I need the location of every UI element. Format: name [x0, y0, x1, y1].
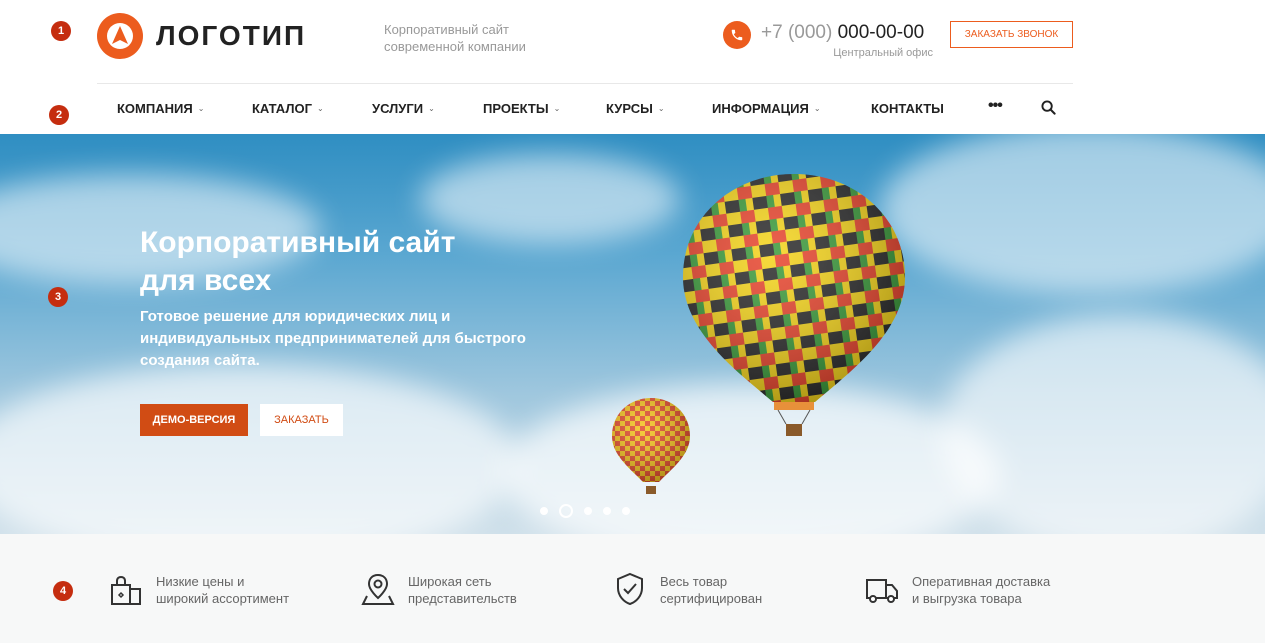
logo-icon: [97, 13, 143, 59]
slider-dot-4[interactable]: [603, 507, 611, 515]
nav-item-label: КУРСЫ: [606, 101, 653, 116]
phone-main: 000-00-00: [837, 22, 925, 43]
tagline-line-1: Корпоративный сайт: [384, 22, 509, 37]
section-marker-2: 2: [49, 105, 69, 125]
chevron-down-icon: ⌄: [197, 104, 205, 113]
nav-item-courses[interactable]: КУРСЫ ⌄: [606, 101, 665, 116]
hero-slider: 3 Корпоративный сайт для всех Готовое ре…: [0, 134, 1265, 534]
hero-text-line-3: создания сайта.: [140, 352, 260, 369]
hero-text-line-1: Готовое решение для юридических лиц и: [140, 308, 451, 325]
slider-dot-3[interactable]: [584, 507, 592, 515]
cloud-shape: [940, 314, 1265, 534]
delivery-truck-icon: [866, 579, 898, 603]
feature-line-1: Широкая сеть: [408, 574, 492, 589]
feature-item: Широкая сеть представительств: [361, 572, 568, 607]
page: 1 ЛОГОТИП Корпоративный сайт современной…: [0, 0, 1265, 643]
logo[interactable]: ЛОГОТИП: [97, 13, 306, 59]
feature-text: Оперативная доставка и выгрузка товара: [912, 572, 1072, 607]
chevron-down-icon: ⌄: [657, 104, 665, 113]
features-bar: 4 Низкие цены и широкий ассортимент Широ…: [0, 534, 1265, 643]
feature-line-1: Низкие цены и: [156, 574, 245, 589]
feature-line-2: и выгрузка товара: [912, 591, 1022, 606]
chevron-down-icon: ⌄: [428, 104, 435, 113]
search-icon[interactable]: [1041, 100, 1056, 120]
feature-item: Оперативная доставка и выгрузка товара: [865, 572, 1072, 607]
nav-item-label: КАТАЛОГ: [252, 101, 312, 116]
callback-button[interactable]: Заказать звонок: [950, 21, 1073, 48]
site-header: 1 ЛОГОТИП Корпоративный сайт современной…: [0, 0, 1265, 84]
chevron-down-icon: ⌄: [553, 104, 561, 113]
shield-check-icon: [617, 572, 643, 606]
more-icon[interactable]: •••: [988, 97, 1003, 115]
cloud-shape: [880, 134, 1265, 294]
slider-pagination: [540, 504, 641, 518]
map-pin-icon: [361, 573, 395, 605]
shopping-bags-icon: [111, 575, 141, 605]
hot-air-balloon-small: [612, 398, 690, 494]
phone-number[interactable]: +7 (000) 000-00-00: [761, 22, 924, 44]
hero-title-line-2: для всех: [140, 264, 272, 297]
feature-line-2: широкий ассортимент: [156, 591, 290, 606]
order-button[interactable]: ЗАКАЗАТЬ: [260, 404, 343, 436]
office-label: Центральный офис: [833, 47, 933, 59]
nav-item-contacts[interactable]: КОНТАКТЫ: [871, 101, 944, 116]
feature-line-1: Весь товар: [660, 574, 728, 589]
nav-item-label: УСЛУГИ: [372, 101, 424, 116]
nav-item-information[interactable]: ИНФОРМАЦИЯ ⌄: [712, 101, 821, 116]
phone-icon: [723, 21, 751, 49]
section-marker-3: 3: [48, 287, 68, 307]
nav-item-projects[interactable]: ПРОЕКТЫ ⌄: [483, 101, 560, 116]
feature-text: Низкие цены и широкий ассортимент: [156, 572, 316, 607]
slider-dot-5[interactable]: [622, 507, 630, 515]
slider-dot-1[interactable]: [540, 507, 548, 515]
cloud-shape: [0, 364, 520, 534]
feature-item: Низкие цены и широкий ассортимент: [109, 572, 316, 607]
site-tagline: Корпоративный сайт современной компании: [384, 21, 554, 55]
section-marker-4: 4: [53, 581, 73, 601]
nav-item-label: КОМПАНИЯ: [117, 101, 193, 116]
chevron-down-icon: ⌄: [316, 104, 324, 113]
feature-item: Весь товар сертифицирован: [613, 572, 820, 607]
nav-item-label: КОНТАКТЫ: [871, 101, 944, 116]
nav-item-catalog[interactable]: КАТАЛОГ ⌄: [252, 101, 324, 116]
feature-line-2: сертифицирован: [660, 591, 763, 606]
phone-prefix: +7 (000): [761, 22, 833, 43]
nav-item-label: ИНФОРМАЦИЯ: [712, 101, 809, 116]
section-marker-1: 1: [51, 21, 71, 41]
nav-item-services[interactable]: УСЛУГИ ⌄: [372, 101, 435, 116]
nav-item-company[interactable]: КОМПАНИЯ ⌄: [117, 101, 204, 116]
feature-text: Весь товар сертифицирован: [660, 572, 820, 607]
slider-dot-2-active[interactable]: [559, 504, 573, 518]
main-nav: 2 КОМПАНИЯ ⌄ КАТАЛОГ ⌄ УСЛУГИ ⌄ ПРОЕКТЫ …: [0, 84, 1265, 134]
hero-text-line-2: индивидуальных предпринимателей для быст…: [140, 330, 526, 347]
logo-text: ЛОГОТИП: [156, 20, 307, 51]
hero-title: Корпоративный сайт для всех: [140, 224, 520, 300]
hero-description: Готовое решение для юридических лиц и ин…: [140, 306, 540, 372]
chevron-down-icon: ⌄: [813, 104, 821, 113]
nav-item-label: ПРОЕКТЫ: [483, 101, 549, 116]
demo-button[interactable]: ДЕМО-ВЕРСИЯ: [140, 404, 248, 436]
hot-air-balloon-large: [683, 174, 905, 436]
feature-line-2: представительств: [408, 591, 517, 606]
feature-line-1: Оперативная доставка: [912, 574, 1051, 589]
tagline-line-2: современной компании: [384, 39, 526, 54]
feature-text: Широкая сеть представительств: [408, 572, 568, 607]
hero-title-line-1: Корпоративный сайт: [140, 226, 456, 259]
